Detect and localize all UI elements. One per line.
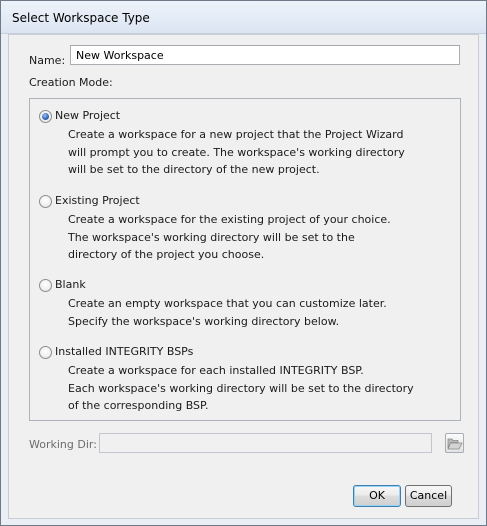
description-line: Create a workspace for the existing proj…: [68, 213, 391, 226]
folder-open-icon: [447, 438, 463, 450]
description-line: The workspace's working directory will b…: [68, 230, 355, 244]
browse-folder-button[interactable]: [445, 433, 464, 453]
description-line: Create a workspace for each installed IN…: [68, 364, 364, 377]
dialog-title: Select Workspace Type: [12, 11, 150, 25]
option-description: Create a workspace for each installed IN…: [68, 362, 448, 415]
radio-installed-integrity-bsps[interactable]: [39, 346, 52, 359]
description-line: directory of the project you choose.: [68, 248, 265, 261]
option-description: Create a workspace for a new project tha…: [68, 126, 448, 179]
creation-mode-group: New Project Create a workspace for a new…: [29, 98, 461, 421]
option-label[interactable]: Existing Project: [55, 194, 140, 207]
description-line: Specify the workspace's working director…: [68, 314, 340, 328]
description-line: Create an empty workspace that you can c…: [68, 297, 387, 310]
ok-button[interactable]: OK: [353, 485, 401, 507]
working-dir-label: Working Dir:: [29, 438, 97, 451]
option-label[interactable]: New Project: [55, 109, 120, 122]
name-input[interactable]: [70, 45, 460, 65]
title-bar[interactable]: Select Workspace Type: [1, 1, 486, 34]
description-line: Each workspace's working directory will …: [68, 381, 414, 395]
description-line: of the corresponding BSP.: [68, 399, 209, 412]
description-line: will be set to the directory of the new …: [68, 163, 320, 176]
option-label[interactable]: Installed INTEGRITY BSPs: [55, 345, 193, 358]
dialog-body: Name: Creation Mode: New Project Create …: [8, 34, 479, 519]
radio-existing-project[interactable]: [39, 195, 52, 208]
select-workspace-type-dialog: Select Workspace Type Name: Creation Mod…: [0, 0, 487, 526]
cancel-button[interactable]: Cancel: [405, 485, 452, 507]
working-dir-input[interactable]: [99, 433, 432, 453]
description-line: will prompt you to create. The workspace…: [68, 145, 405, 159]
creation-mode-label: Creation Mode:: [29, 76, 113, 89]
option-description: Create a workspace for the existing proj…: [68, 211, 448, 264]
radio-blank[interactable]: [39, 279, 52, 292]
option-label[interactable]: Blank: [55, 278, 86, 291]
name-label: Name:: [29, 54, 66, 67]
radio-new-project[interactable]: [39, 110, 52, 123]
description-line: Create a workspace for a new project tha…: [68, 128, 404, 141]
option-description: Create an empty workspace that you can c…: [68, 295, 448, 330]
